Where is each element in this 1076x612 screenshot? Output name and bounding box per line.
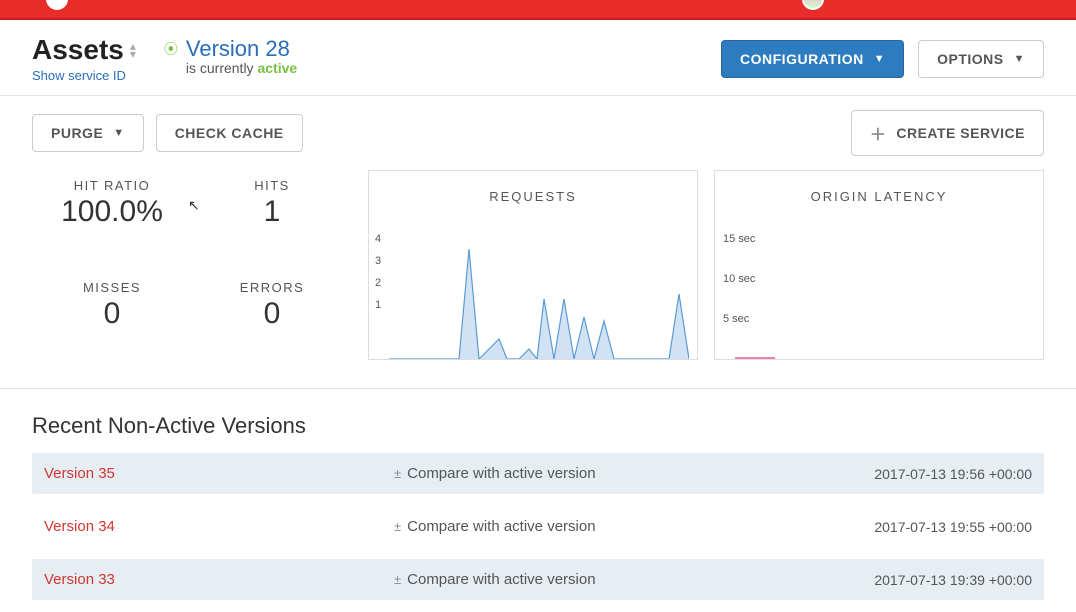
version-name[interactable]: Version 33 <box>44 571 394 588</box>
create-service-label: CREATE SERVICE <box>896 125 1025 141</box>
compare-label: Compare with active version <box>407 571 595 588</box>
service-name[interactable]: Assets <box>32 34 124 66</box>
check-cache-label: CHECK CACHE <box>175 125 284 141</box>
purge-button[interactable]: PURGE ▼ <box>32 114 144 152</box>
version-row[interactable]: Version 33 ±Compare with active version … <box>32 559 1044 600</box>
recent-versions-section: Recent Non-Active Versions Version 35 ± C… <box>0 389 1076 600</box>
compare-label: Compare with active version <box>407 518 595 535</box>
mini-stats: HIT RATIO 100.0% HITS 1 MISSES 0 ERRORS … <box>32 170 352 360</box>
compare-icon: ± <box>394 466 401 481</box>
chevron-down-icon: ▼ <box>874 53 885 65</box>
y-tick: 4 <box>375 233 381 245</box>
active-word: active <box>257 60 297 76</box>
plus-icon: ＋ <box>870 121 887 145</box>
purge-label: PURGE <box>51 125 103 141</box>
y-tick: 1 <box>375 299 381 311</box>
chevron-down-icon: ▼ <box>113 127 124 139</box>
service-header: Assets ▴▾ Show service ID ⦿ Version 28 i… <box>0 20 1076 96</box>
action-toolbar: PURGE ▼ CHECK CACHE ＋ CREATE SERVICE <box>0 96 1076 170</box>
compare-label: Compare with active version <box>407 465 595 482</box>
requests-y-axis: 4 3 2 1 <box>375 233 381 311</box>
y-tick: 3 <box>375 255 381 267</box>
active-prefix: is currently <box>186 60 258 76</box>
version-row[interactable]: Version 35 ±Compare with active version … <box>32 453 1044 494</box>
options-button[interactable]: OPTIONS ▼ <box>918 40 1044 78</box>
requests-sparkline <box>389 239 689 359</box>
y-tick: 2 <box>375 277 381 289</box>
version-timestamp: 2017-07-13 19:39 +00:00 <box>874 572 1032 588</box>
active-status-text: is currently active <box>186 60 297 76</box>
version-link[interactable]: Version 28 <box>186 36 290 62</box>
version-name[interactable]: Version 35 <box>44 465 394 482</box>
chevron-down-icon: ▼ <box>1014 53 1025 65</box>
version-name[interactable]: Version 34 <box>44 518 394 535</box>
configuration-label: CONFIGURATION <box>740 51 864 67</box>
compare-icon: ± <box>394 519 401 534</box>
compare-link[interactable]: ± Compare with active version <box>394 571 874 588</box>
latency-chart: ORIGIN LATENCY 15 sec 10 sec 5 sec <box>714 170 1044 360</box>
misses-value: 0 <box>104 297 121 331</box>
version-timestamp: 2017-07-13 19:55 +00:00 <box>874 519 1032 535</box>
hit-ratio-label: HIT RATIO <box>74 178 151 193</box>
errors-value: 0 <box>264 297 281 331</box>
top-nav-bar <box>0 0 1076 20</box>
logo-circle <box>46 0 68 10</box>
misses-label: MISSES <box>83 280 141 295</box>
avatar[interactable] <box>802 0 824 10</box>
requests-chart-title: REQUESTS <box>369 171 697 212</box>
compare-link[interactable]: ± Compare with active version <box>394 465 874 482</box>
hits-label: HITS <box>254 178 290 193</box>
latency-sparkline <box>735 239 1035 359</box>
service-switcher-icon[interactable]: ▴▾ <box>130 42 136 58</box>
latency-chart-title: ORIGIN LATENCY <box>715 171 1043 212</box>
check-cache-button[interactable]: CHECK CACHE <box>156 114 303 152</box>
stats-row: HIT RATIO 100.0% HITS 1 MISSES 0 ERRORS … <box>0 170 1076 378</box>
create-service-button[interactable]: ＋ CREATE SERVICE <box>851 110 1044 156</box>
compare-icon: ± <box>394 572 401 587</box>
configuration-button[interactable]: CONFIGURATION ▼ <box>721 40 904 78</box>
active-indicator-icon: ⦿ <box>164 39 178 59</box>
errors-label: ERRORS <box>240 280 305 295</box>
show-service-id-link[interactable]: Show service ID <box>32 68 136 83</box>
requests-chart: REQUESTS 4 3 2 1 <box>368 170 698 360</box>
recent-versions-title: Recent Non-Active Versions <box>32 413 1044 439</box>
hit-ratio-value: 100.0% <box>61 195 163 229</box>
compare-link[interactable]: ± Compare with active version <box>394 518 874 535</box>
options-label: OPTIONS <box>937 51 1004 67</box>
version-timestamp: 2017-07-13 19:56 +00:00 <box>874 466 1032 482</box>
version-row[interactable]: Version 34 ±Compare with active version … <box>32 506 1044 547</box>
hits-value: 1 <box>264 195 281 229</box>
